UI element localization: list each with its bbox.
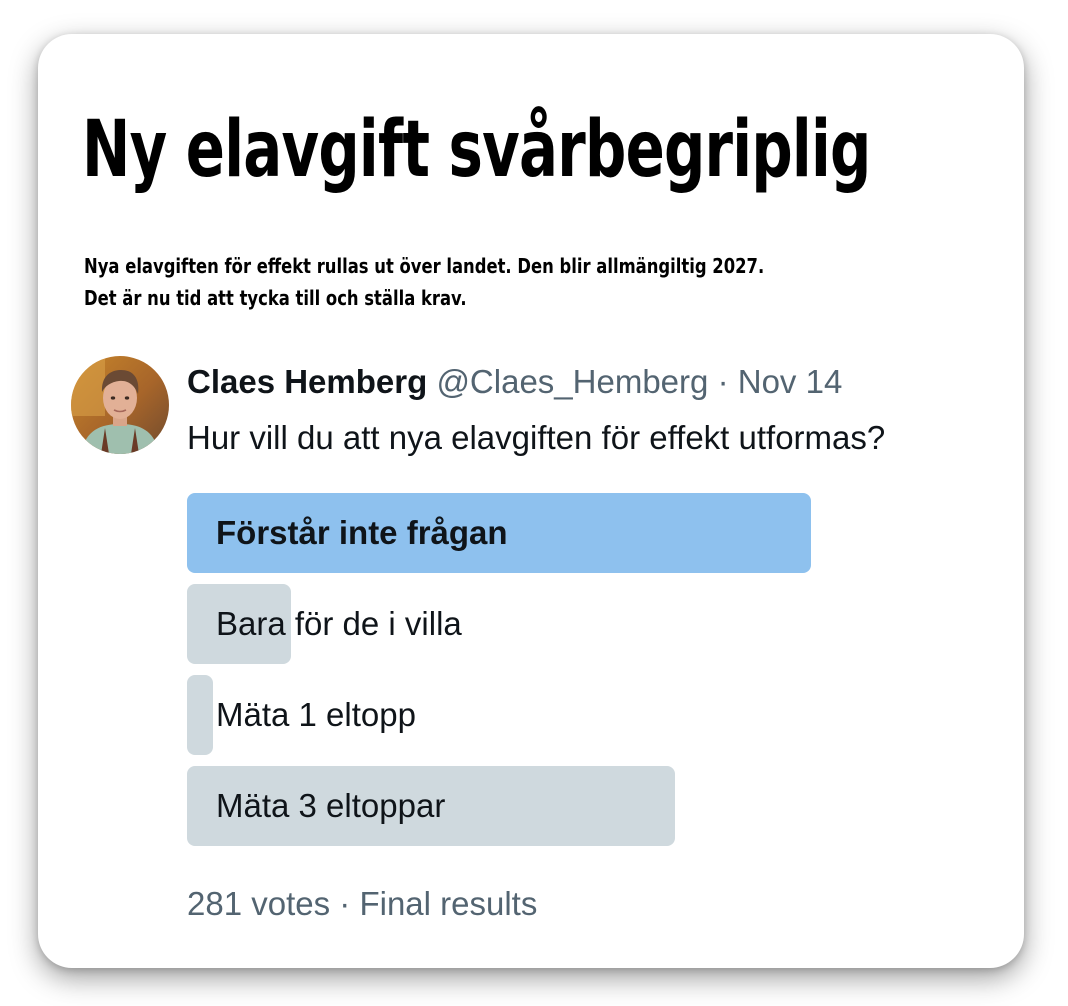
lede: Nya elavgiften för effekt rullas ut över… [84,250,764,314]
author-name[interactable]: Claes Hemberg [187,363,427,400]
vote-count: 281 votes [187,885,331,922]
poll-option-label: Mäta 3 eltoppar [216,787,446,824]
poll-option: Bara för de i villa [187,584,987,664]
avatar[interactable] [71,356,169,454]
lede-line: Nya elavgiften för effekt rullas ut över… [84,254,765,278]
tweet-date[interactable]: Nov 14 [738,363,843,400]
poll-option-label: Förstår inte frågan [216,514,508,551]
headline: Ny elavgift svårbegriplig [82,105,871,195]
poll-result-bar [187,675,213,755]
poll-option: Mäta 3 eltoppar [187,766,987,846]
poll-option-label: Bara för de i villa [216,605,462,642]
separator-dot: · [339,885,351,922]
tweet-header: Claes Hemberg @Claes_Hemberg · Nov 14 [187,360,842,404]
article-card: Ny elavgift svårbegriplig Nya elavgiften… [38,34,1024,968]
profile-photo-icon [71,356,169,454]
tweet-text: Hur vill du att nya elavgiften för effek… [187,419,886,456]
lede-line: Det är nu tid att tycka till och ställa … [84,286,467,310]
poll-option: Förstår inte frågan [187,493,987,573]
poll-option-label: Mäta 1 eltopp [216,696,416,733]
poll-footer: 281 votes · Final results [187,882,537,926]
separator-dot: · [717,363,729,400]
poll-option: Mäta 1 eltopp [187,675,987,755]
author-handle[interactable]: @Claes_Hemberg [436,363,708,400]
poll-status: Final results [359,885,538,922]
